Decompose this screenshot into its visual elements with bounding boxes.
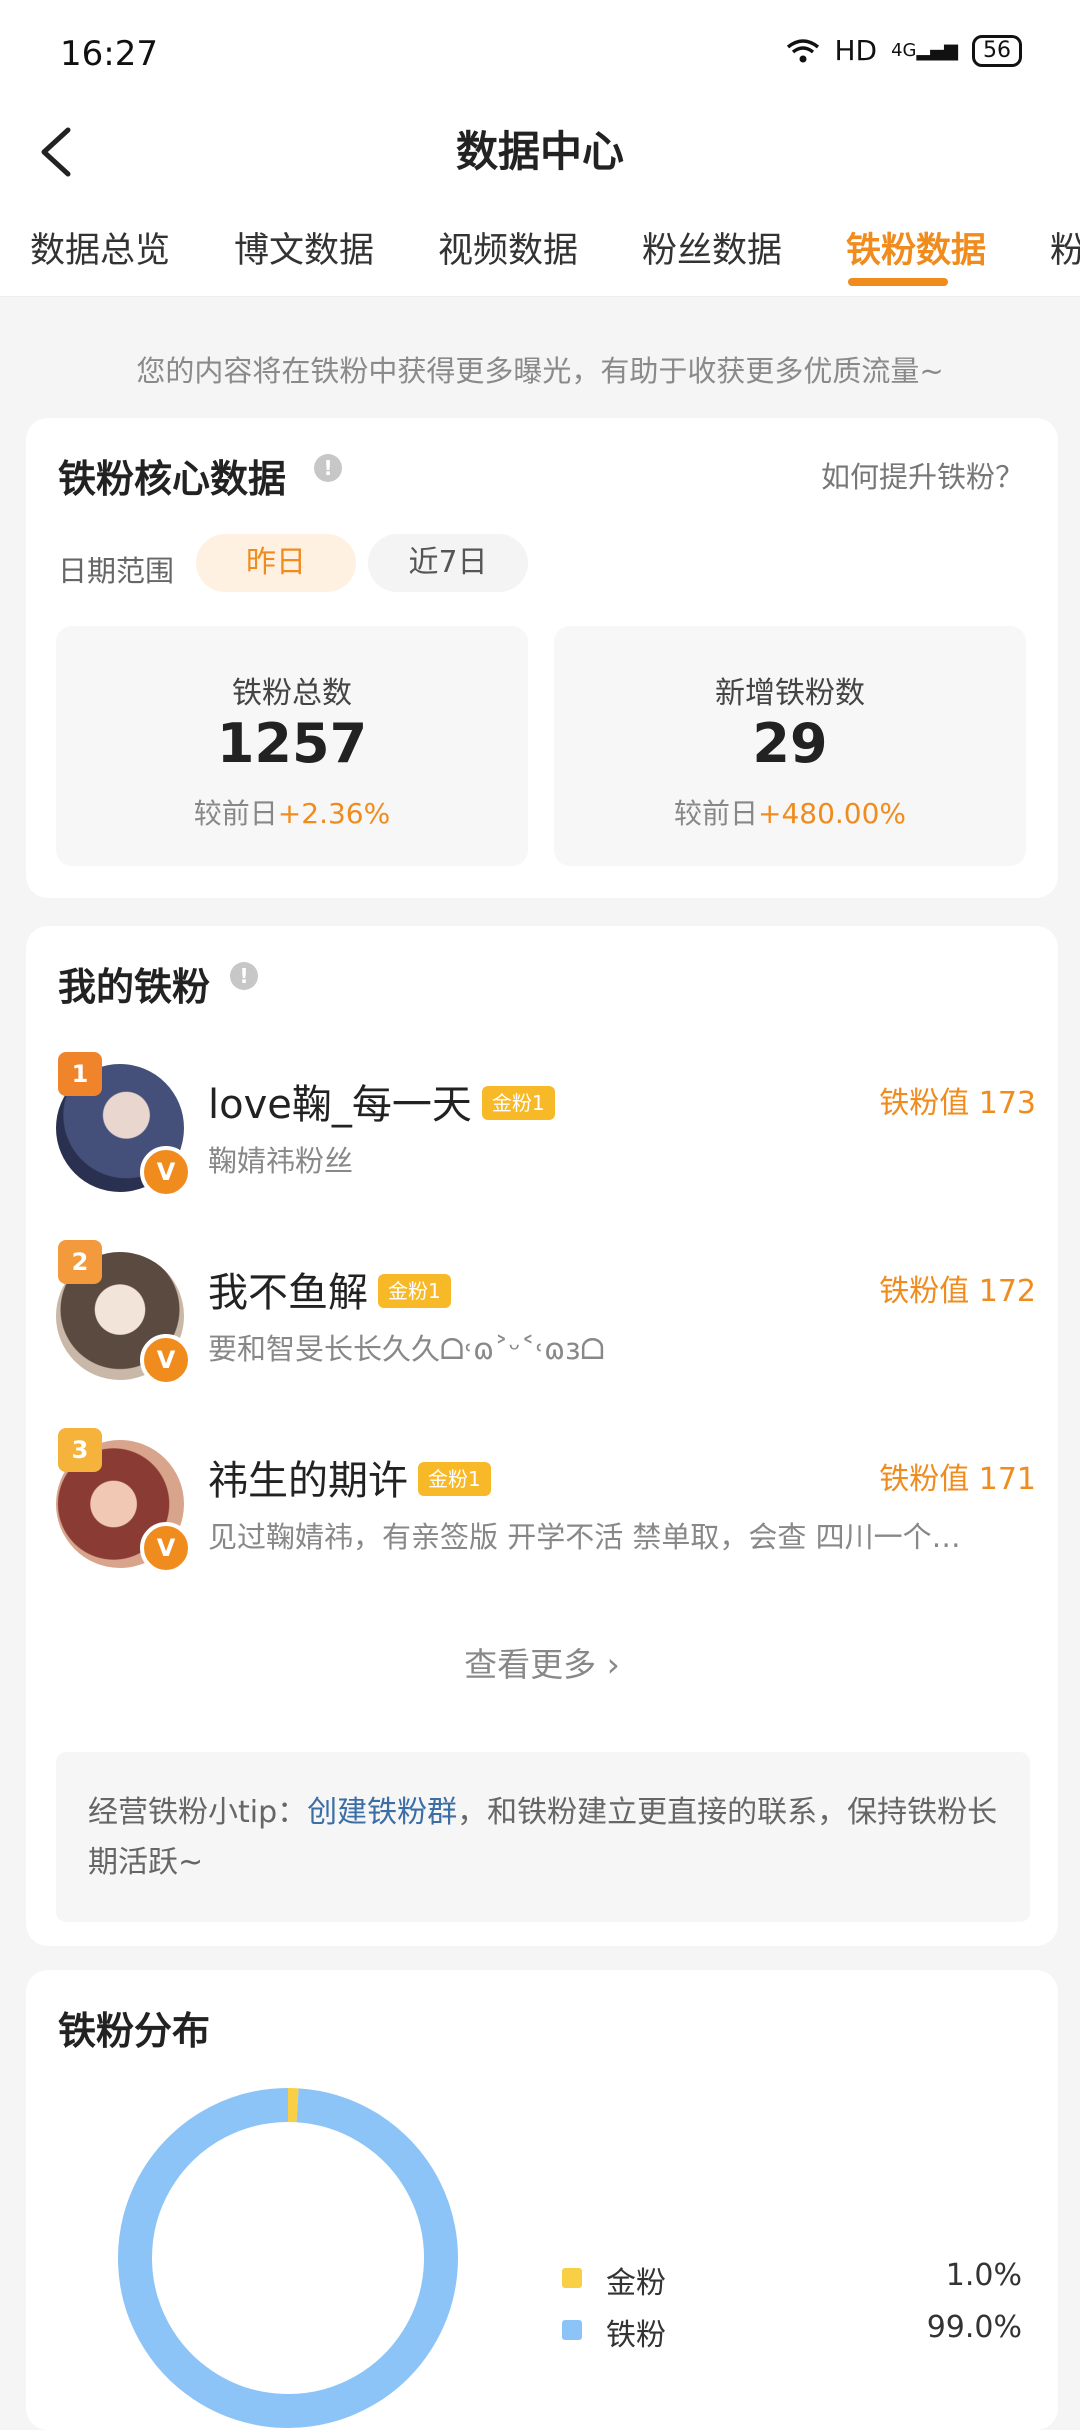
active-tab-indicator xyxy=(848,278,948,286)
fan-name-text: love鞠_每一天 xyxy=(208,1082,472,1128)
core-data-card: 铁粉核心数据 ! 如何提升铁粉？ 日期范围 昨日 近7日 铁粉总数 1257 较… xyxy=(26,418,1058,898)
stat-value: 29 xyxy=(554,712,1026,775)
stat-compare: 较前日+2.36% xyxy=(56,792,528,832)
fan-row[interactable]: 3 V 祎生的期许金粉1 见过鞠婧祎，有亲签版 开学不活 禁单取，会查 四川一个… xyxy=(56,1428,1036,1568)
fan-row[interactable]: 2 V 我不鱼解金粉1 要和智旻长长久久ᗝ˓ɷ˃ᵕ˂˓ɷɜᗝ 铁粉值 172 xyxy=(56,1240,1036,1380)
compare-change: +2.36% xyxy=(278,797,390,830)
stat-label: 新增铁粉数 xyxy=(554,668,1026,712)
tip-prefix: 经营铁粉小tip： xyxy=(88,1795,307,1830)
verified-v-icon: V xyxy=(140,1522,192,1574)
tab-iron-fan-data[interactable]: 铁粉数据 xyxy=(846,222,986,273)
stat-value: 1257 xyxy=(56,712,528,775)
fan-description: 见过鞠婧祎，有亲签版 开学不活 禁单取，会查 四川一个还… xyxy=(208,1514,988,1556)
donut-slice-铁粉 xyxy=(135,2105,441,2411)
rank-badge: 1 xyxy=(58,1052,102,1096)
rank-badge: 2 xyxy=(58,1240,102,1284)
my-fans-title: 我的铁粉 xyxy=(58,956,210,1011)
fan-name[interactable]: 我不鱼解金粉1 xyxy=(208,1260,451,1318)
view-more-label: 查看更多 xyxy=(464,1645,596,1684)
distribution-title: 铁粉分布 xyxy=(58,2000,210,2055)
stat-label: 铁粉总数 xyxy=(56,668,528,712)
chevron-right-icon: › xyxy=(607,1645,620,1684)
tab-bar: 数据总览 博文数据 视频数据 粉丝数据 铁粉数据 粉 xyxy=(0,210,1080,297)
donut-chart xyxy=(118,2088,458,2428)
fan-name[interactable]: 祎生的期许金粉1 xyxy=(208,1448,491,1506)
tip-box: 经营铁粉小tip：创建铁粉群，和铁粉建立更直接的联系，保持铁粉长期活跃~ xyxy=(56,1752,1030,1922)
compare-prefix: 较前日 xyxy=(674,797,758,830)
verified-v-icon: V xyxy=(140,1334,192,1386)
info-icon[interactable]: ! xyxy=(314,454,342,482)
status-bar: 16:27 HD 4G▂▄▆ 56 xyxy=(0,0,1080,100)
new-iron-fans-stat: 新增铁粉数 29 较前日+480.00% xyxy=(554,626,1026,866)
gold-fan-badge: 金粉1 xyxy=(482,1086,555,1120)
status-time: 16:27 xyxy=(60,34,158,74)
legend-percent: 99.0% xyxy=(927,2310,1022,2345)
verified-v-icon: V xyxy=(140,1146,192,1198)
fan-score: 铁粉值 172 xyxy=(879,1266,1036,1310)
create-fan-group-link[interactable]: 创建铁粉群 xyxy=(307,1795,457,1830)
network-type-label: HD xyxy=(834,34,877,67)
tab-more-fans[interactable]: 粉 xyxy=(1050,222,1080,273)
distribution-card: 铁粉分布 金粉 1.0% 铁粉 99.0% xyxy=(26,1970,1058,2430)
legend-label: 金粉 xyxy=(606,2258,666,2302)
gold-fan-badge: 金粉1 xyxy=(378,1274,451,1308)
info-icon[interactable]: ! xyxy=(230,962,258,990)
notice-text: 您的内容将在铁粉中获得更多曝光，有助于收获更多优质流量~ xyxy=(0,348,1080,390)
view-more-button[interactable]: 查看更多 › xyxy=(26,1638,1058,1686)
legend-iron: 铁粉 99.0% xyxy=(562,2308,1022,2352)
date-range-label: 日期范围 xyxy=(58,548,174,590)
signal-generation-label: 4G xyxy=(891,40,916,61)
tab-fan-data[interactable]: 粉丝数据 xyxy=(642,222,782,273)
stat-compare: 较前日+480.00% xyxy=(554,792,1026,832)
my-iron-fans-card: 我的铁粉 ! 1 V love鞠_每一天金粉1 鞠婧祎粉丝 铁粉值 173 2 … xyxy=(26,926,1058,1946)
date-yesterday-button[interactable]: 昨日 xyxy=(196,534,356,592)
tab-video-data[interactable]: 视频数据 xyxy=(438,222,578,273)
battery-icon: 56 xyxy=(972,35,1022,67)
rank-badge: 3 xyxy=(58,1428,102,1472)
compare-prefix: 较前日 xyxy=(194,797,278,830)
legend-gold: 金粉 1.0% xyxy=(562,2256,1022,2300)
tab-overview[interactable]: 数据总览 xyxy=(30,222,170,273)
fan-name[interactable]: love鞠_每一天金粉1 xyxy=(208,1072,555,1130)
fan-name-text: 我不鱼解 xyxy=(208,1270,368,1316)
header: 数据中心 xyxy=(0,100,1080,210)
fan-description: 鞠婧祎粉丝 xyxy=(208,1138,988,1180)
fan-score: 铁粉值 171 xyxy=(879,1454,1036,1498)
legend-label: 铁粉 xyxy=(606,2310,666,2354)
compare-change: +480.00% xyxy=(758,797,906,830)
signal-icon: 4G▂▄▆ xyxy=(891,40,958,61)
date-7days-button[interactable]: 近7日 xyxy=(368,534,528,592)
legend-percent: 1.0% xyxy=(946,2258,1022,2293)
status-icons: HD 4G▂▄▆ 56 xyxy=(786,34,1022,67)
fan-description: 要和智旻长长久久ᗝ˓ɷ˃ᵕ˂˓ɷɜᗝ xyxy=(208,1326,988,1368)
total-iron-fans-stat: 铁粉总数 1257 较前日+2.36% xyxy=(56,626,528,866)
gold-fan-badge: 金粉1 xyxy=(418,1462,491,1496)
wifi-icon xyxy=(786,38,820,64)
legend-swatch xyxy=(562,2320,582,2340)
fan-score: 铁粉值 173 xyxy=(879,1078,1036,1122)
core-data-title: 铁粉核心数据 xyxy=(58,448,286,503)
fan-row[interactable]: 1 V love鞠_每一天金粉1 鞠婧祎粉丝 铁粉值 173 xyxy=(56,1052,1036,1192)
legend-swatch xyxy=(562,2268,582,2288)
page-title: 数据中心 xyxy=(0,118,1080,179)
tab-post-data[interactable]: 博文数据 xyxy=(234,222,374,273)
fan-name-text: 祎生的期许 xyxy=(208,1458,408,1504)
how-to-increase-link[interactable]: 如何提升铁粉？ xyxy=(821,454,1024,496)
